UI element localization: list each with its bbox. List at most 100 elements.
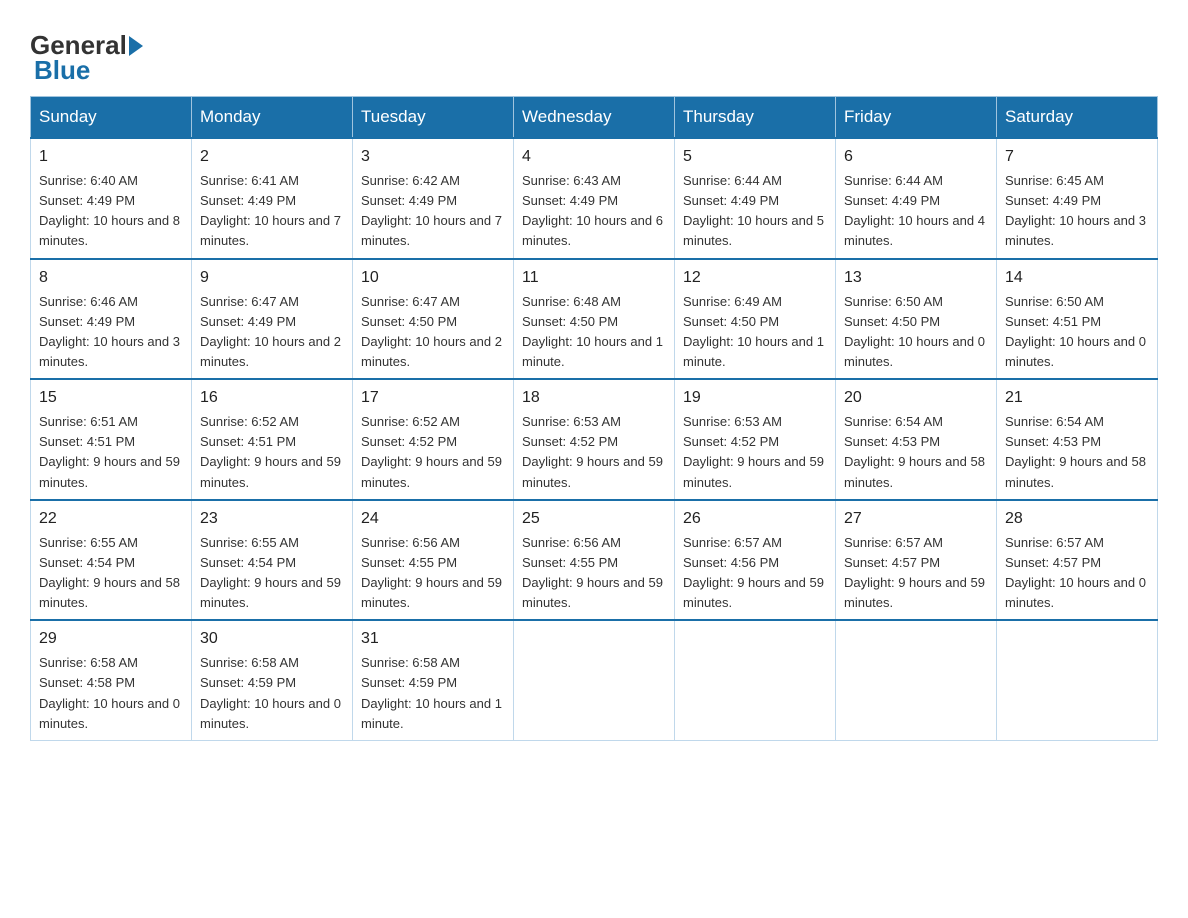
calendar-cell: 7Sunrise: 6:45 AMSunset: 4:49 PMDaylight… — [997, 138, 1158, 259]
week-row-1: 1Sunrise: 6:40 AMSunset: 4:49 PMDaylight… — [31, 138, 1158, 259]
day-info: Sunrise: 6:48 AMSunset: 4:50 PMDaylight:… — [522, 292, 666, 373]
calendar-cell: 3Sunrise: 6:42 AMSunset: 4:49 PMDaylight… — [353, 138, 514, 259]
page-header: General Blue — [30, 20, 1158, 86]
day-info: Sunrise: 6:58 AMSunset: 4:59 PMDaylight:… — [200, 653, 344, 734]
day-info: Sunrise: 6:52 AMSunset: 4:52 PMDaylight:… — [361, 412, 505, 493]
day-info: Sunrise: 6:50 AMSunset: 4:51 PMDaylight:… — [1005, 292, 1149, 373]
calendar-cell: 24Sunrise: 6:56 AMSunset: 4:55 PMDayligh… — [353, 500, 514, 621]
day-number: 13 — [844, 266, 988, 290]
calendar-cell — [675, 620, 836, 740]
day-number: 30 — [200, 627, 344, 651]
weekday-header-sunday: Sunday — [31, 97, 192, 139]
calendar-cell: 19Sunrise: 6:53 AMSunset: 4:52 PMDayligh… — [675, 379, 836, 500]
day-number: 4 — [522, 145, 666, 169]
day-number: 2 — [200, 145, 344, 169]
calendar-cell: 13Sunrise: 6:50 AMSunset: 4:50 PMDayligh… — [836, 259, 997, 380]
calendar-cell: 10Sunrise: 6:47 AMSunset: 4:50 PMDayligh… — [353, 259, 514, 380]
calendar-cell: 11Sunrise: 6:48 AMSunset: 4:50 PMDayligh… — [514, 259, 675, 380]
day-number: 7 — [1005, 145, 1149, 169]
day-number: 20 — [844, 386, 988, 410]
calendar-cell: 5Sunrise: 6:44 AMSunset: 4:49 PMDaylight… — [675, 138, 836, 259]
day-number: 21 — [1005, 386, 1149, 410]
day-number: 23 — [200, 507, 344, 531]
week-row-2: 8Sunrise: 6:46 AMSunset: 4:49 PMDaylight… — [31, 259, 1158, 380]
day-info: Sunrise: 6:57 AMSunset: 4:57 PMDaylight:… — [1005, 533, 1149, 614]
calendar-cell: 20Sunrise: 6:54 AMSunset: 4:53 PMDayligh… — [836, 379, 997, 500]
day-info: Sunrise: 6:46 AMSunset: 4:49 PMDaylight:… — [39, 292, 183, 373]
weekday-header-monday: Monday — [192, 97, 353, 139]
day-info: Sunrise: 6:40 AMSunset: 4:49 PMDaylight:… — [39, 171, 183, 252]
calendar-cell — [514, 620, 675, 740]
day-info: Sunrise: 6:49 AMSunset: 4:50 PMDaylight:… — [683, 292, 827, 373]
day-info: Sunrise: 6:50 AMSunset: 4:50 PMDaylight:… — [844, 292, 988, 373]
week-row-3: 15Sunrise: 6:51 AMSunset: 4:51 PMDayligh… — [31, 379, 1158, 500]
calendar-table: SundayMondayTuesdayWednesdayThursdayFrid… — [30, 96, 1158, 741]
day-info: Sunrise: 6:54 AMSunset: 4:53 PMDaylight:… — [1005, 412, 1149, 493]
day-number: 18 — [522, 386, 666, 410]
day-number: 6 — [844, 145, 988, 169]
day-info: Sunrise: 6:43 AMSunset: 4:49 PMDaylight:… — [522, 171, 666, 252]
calendar-cell — [836, 620, 997, 740]
day-number: 16 — [200, 386, 344, 410]
weekday-header-saturday: Saturday — [997, 97, 1158, 139]
calendar-cell: 12Sunrise: 6:49 AMSunset: 4:50 PMDayligh… — [675, 259, 836, 380]
calendar-cell: 23Sunrise: 6:55 AMSunset: 4:54 PMDayligh… — [192, 500, 353, 621]
calendar-cell: 6Sunrise: 6:44 AMSunset: 4:49 PMDaylight… — [836, 138, 997, 259]
calendar-cell: 26Sunrise: 6:57 AMSunset: 4:56 PMDayligh… — [675, 500, 836, 621]
day-info: Sunrise: 6:45 AMSunset: 4:49 PMDaylight:… — [1005, 171, 1149, 252]
day-info: Sunrise: 6:44 AMSunset: 4:49 PMDaylight:… — [683, 171, 827, 252]
calendar-cell: 4Sunrise: 6:43 AMSunset: 4:49 PMDaylight… — [514, 138, 675, 259]
day-number: 10 — [361, 266, 505, 290]
day-number: 1 — [39, 145, 183, 169]
day-number: 19 — [683, 386, 827, 410]
calendar-cell: 2Sunrise: 6:41 AMSunset: 4:49 PMDaylight… — [192, 138, 353, 259]
calendar-cell: 27Sunrise: 6:57 AMSunset: 4:57 PMDayligh… — [836, 500, 997, 621]
weekday-header-thursday: Thursday — [675, 97, 836, 139]
weekday-header-wednesday: Wednesday — [514, 97, 675, 139]
logo: General Blue — [30, 30, 143, 86]
day-info: Sunrise: 6:57 AMSunset: 4:56 PMDaylight:… — [683, 533, 827, 614]
day-info: Sunrise: 6:56 AMSunset: 4:55 PMDaylight:… — [522, 533, 666, 614]
calendar-cell — [997, 620, 1158, 740]
week-row-4: 22Sunrise: 6:55 AMSunset: 4:54 PMDayligh… — [31, 500, 1158, 621]
calendar-cell: 15Sunrise: 6:51 AMSunset: 4:51 PMDayligh… — [31, 379, 192, 500]
calendar-cell: 29Sunrise: 6:58 AMSunset: 4:58 PMDayligh… — [31, 620, 192, 740]
day-info: Sunrise: 6:52 AMSunset: 4:51 PMDaylight:… — [200, 412, 344, 493]
calendar-cell: 18Sunrise: 6:53 AMSunset: 4:52 PMDayligh… — [514, 379, 675, 500]
weekday-header-tuesday: Tuesday — [353, 97, 514, 139]
weekday-header-row: SundayMondayTuesdayWednesdayThursdayFrid… — [31, 97, 1158, 139]
day-info: Sunrise: 6:54 AMSunset: 4:53 PMDaylight:… — [844, 412, 988, 493]
day-number: 29 — [39, 627, 183, 651]
day-info: Sunrise: 6:55 AMSunset: 4:54 PMDaylight:… — [200, 533, 344, 614]
logo-arrow-icon — [129, 36, 143, 56]
calendar-cell: 17Sunrise: 6:52 AMSunset: 4:52 PMDayligh… — [353, 379, 514, 500]
day-number: 12 — [683, 266, 827, 290]
day-number: 28 — [1005, 507, 1149, 531]
day-number: 3 — [361, 145, 505, 169]
day-number: 22 — [39, 507, 183, 531]
logo-blue-text: Blue — [34, 55, 90, 86]
calendar-cell: 14Sunrise: 6:50 AMSunset: 4:51 PMDayligh… — [997, 259, 1158, 380]
day-info: Sunrise: 6:57 AMSunset: 4:57 PMDaylight:… — [844, 533, 988, 614]
day-info: Sunrise: 6:47 AMSunset: 4:49 PMDaylight:… — [200, 292, 344, 373]
calendar-cell: 28Sunrise: 6:57 AMSunset: 4:57 PMDayligh… — [997, 500, 1158, 621]
calendar-cell: 8Sunrise: 6:46 AMSunset: 4:49 PMDaylight… — [31, 259, 192, 380]
day-number: 27 — [844, 507, 988, 531]
day-info: Sunrise: 6:53 AMSunset: 4:52 PMDaylight:… — [522, 412, 666, 493]
day-number: 26 — [683, 507, 827, 531]
day-number: 17 — [361, 386, 505, 410]
week-row-5: 29Sunrise: 6:58 AMSunset: 4:58 PMDayligh… — [31, 620, 1158, 740]
day-number: 14 — [1005, 266, 1149, 290]
calendar-cell: 31Sunrise: 6:58 AMSunset: 4:59 PMDayligh… — [353, 620, 514, 740]
calendar-cell: 30Sunrise: 6:58 AMSunset: 4:59 PMDayligh… — [192, 620, 353, 740]
day-info: Sunrise: 6:42 AMSunset: 4:49 PMDaylight:… — [361, 171, 505, 252]
day-info: Sunrise: 6:44 AMSunset: 4:49 PMDaylight:… — [844, 171, 988, 252]
day-number: 11 — [522, 266, 666, 290]
day-info: Sunrise: 6:58 AMSunset: 4:59 PMDaylight:… — [361, 653, 505, 734]
day-info: Sunrise: 6:58 AMSunset: 4:58 PMDaylight:… — [39, 653, 183, 734]
calendar-cell: 25Sunrise: 6:56 AMSunset: 4:55 PMDayligh… — [514, 500, 675, 621]
day-info: Sunrise: 6:55 AMSunset: 4:54 PMDaylight:… — [39, 533, 183, 614]
day-info: Sunrise: 6:56 AMSunset: 4:55 PMDaylight:… — [361, 533, 505, 614]
day-number: 15 — [39, 386, 183, 410]
weekday-header-friday: Friday — [836, 97, 997, 139]
